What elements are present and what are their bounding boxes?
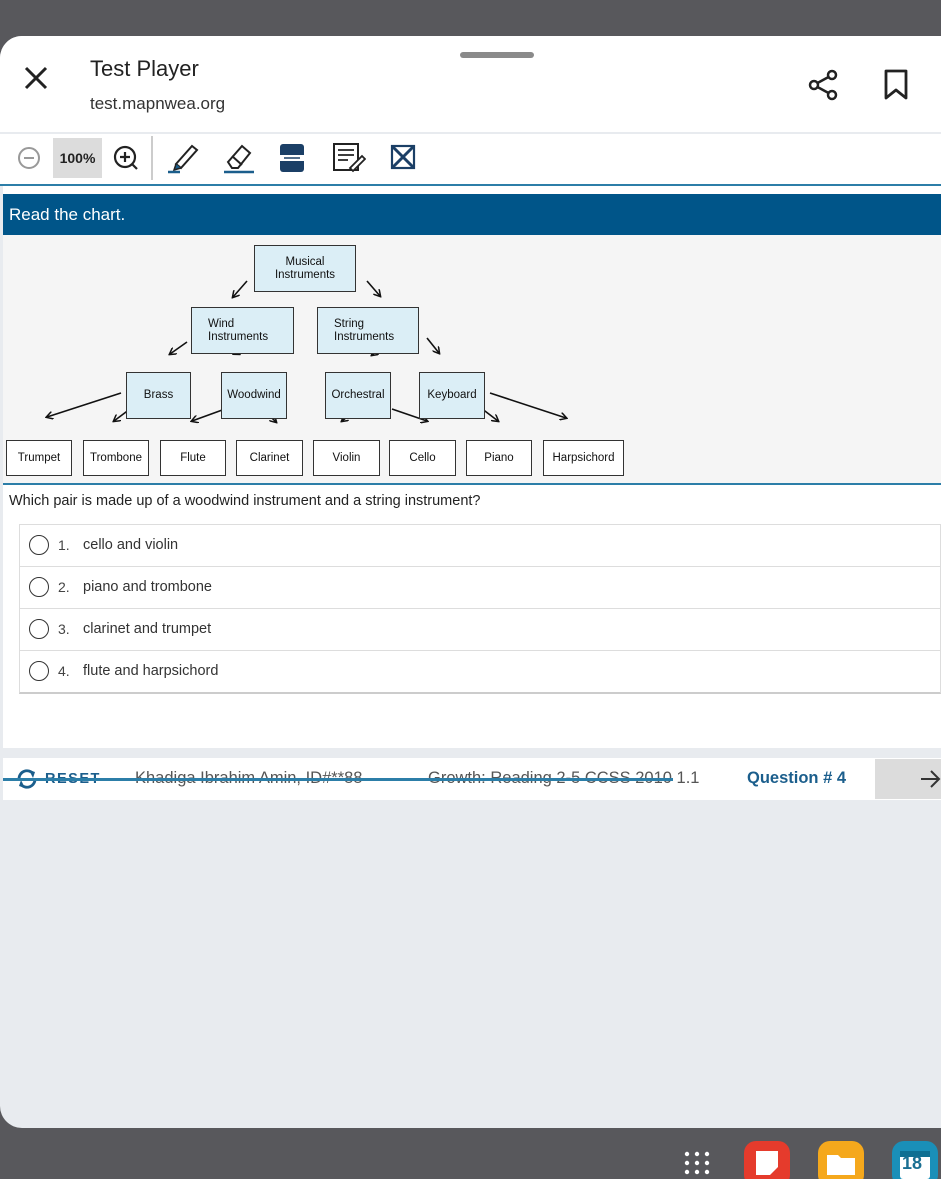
taskbar: 18 — [0, 1128, 941, 1179]
answer-options: 1. cello and violin 2. piano and trombon… — [19, 524, 941, 694]
chart-node-woodwind: Woodwind — [221, 372, 287, 419]
instrument-chart: Musical Instruments Wind Instruments Str… — [3, 235, 941, 485]
calendar-day: 18 — [902, 1153, 923, 1173]
instruction-banner: Read the chart. — [3, 194, 941, 235]
answer-option-4[interactable]: 4. flute and harpsichord — [20, 651, 940, 692]
option-text: piano and trombone — [83, 579, 212, 595]
question-number: Question # 4 — [747, 769, 847, 787]
test-player-sheet: Test Player test.mapnwea.org 100% Read t… — [0, 36, 941, 1128]
radio-button[interactable] — [29, 619, 49, 639]
chart-node-harpsichord: Harpsichord — [543, 440, 624, 476]
drag-handle[interactable] — [460, 52, 534, 58]
chart-node-wind-instruments: Wind Instruments — [191, 307, 294, 354]
chart-node-trumpet: Trumpet — [6, 440, 72, 476]
option-number: 2. — [58, 579, 70, 595]
option-text: clarinet and trumpet — [83, 621, 212, 637]
share-icon[interactable] — [806, 68, 840, 102]
chart-node-musical-instruments: Musical Instruments — [254, 245, 356, 292]
arrow-right-icon — [921, 770, 941, 788]
files-app-icon[interactable] — [818, 1141, 864, 1179]
answer-option-1[interactable]: 1. cello and violin — [20, 525, 940, 567]
answer-option-3[interactable]: 3. clarinet and trumpet — [20, 609, 940, 651]
option-number: 3. — [58, 621, 70, 637]
answer-eliminator-icon[interactable] — [390, 144, 416, 170]
zoom-in-icon[interactable] — [113, 145, 139, 171]
radio-button[interactable] — [29, 577, 49, 597]
question-panel: Read the chart. Musical Instruments Wind… — [3, 186, 941, 748]
chart-node-brass: Brass — [126, 372, 191, 419]
toolbar: 100% — [0, 134, 941, 186]
chart-node-piano: Piano — [466, 440, 532, 476]
notepad-icon[interactable] — [332, 140, 366, 174]
toolbar-divider — [151, 136, 153, 180]
chart-node-orchestral: Orchestral — [325, 372, 391, 419]
chart-node-cello: Cello — [389, 440, 456, 476]
chart-node-string-instruments: String Instruments — [317, 307, 419, 354]
radio-button[interactable] — [29, 535, 49, 555]
chart-node-trombone: Trombone — [83, 440, 149, 476]
app-url: test.mapnwea.org — [90, 94, 226, 113]
option-text: flute and harpsichord — [83, 663, 219, 679]
answer-option-2[interactable]: 2. piano and trombone — [20, 567, 940, 609]
radio-button[interactable] — [29, 661, 49, 681]
chart-node-clarinet: Clarinet — [236, 440, 303, 476]
zoom-out-icon[interactable] — [17, 146, 41, 170]
notes-app-icon[interactable] — [744, 1141, 790, 1179]
chart-node-violin: Violin — [313, 440, 380, 476]
close-icon[interactable] — [22, 64, 50, 92]
line-reader-icon[interactable] — [278, 142, 306, 174]
eraser-icon[interactable] — [222, 140, 258, 174]
next-button[interactable] — [875, 759, 941, 799]
chart-node-keyboard: Keyboard — [419, 372, 485, 419]
apps-grid-icon[interactable] — [683, 1150, 711, 1176]
highlighter-icon[interactable] — [166, 140, 200, 174]
option-text: cello and violin — [83, 537, 179, 553]
bookmark-icon[interactable] — [882, 68, 910, 102]
chart-node-flute: Flute — [160, 440, 226, 476]
header: Test Player test.mapnwea.org — [0, 36, 941, 132]
app-title: Test Player — [90, 56, 199, 81]
option-number: 1. — [58, 537, 70, 553]
option-number: 4. — [58, 663, 70, 679]
zoom-level: 100% — [53, 138, 102, 178]
footer-progress-line — [3, 778, 673, 781]
question-prompt: Which pair is made up of a woodwind inst… — [9, 493, 481, 509]
